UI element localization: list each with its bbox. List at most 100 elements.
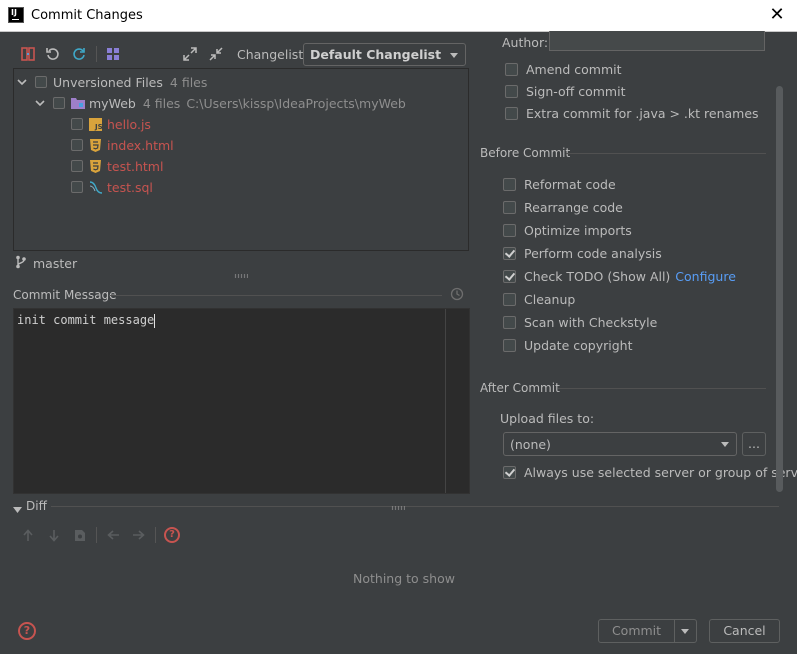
cleanup-checkbox[interactable] [503,292,516,306]
diff-splitter-grip[interactable] [391,506,405,510]
tree-row-file[interactable]: JS hello.js [71,114,151,134]
branch-name: master [33,256,78,271]
before-commit-option[interactable]: Check TODO (Show All) Configure [503,266,736,286]
option-label: Optimize imports [524,222,632,238]
group-by-icon[interactable] [104,45,122,63]
checkbox-file[interactable] [71,139,83,151]
author-input[interactable] [549,31,765,51]
commit-message-editor[interactable]: init commit message [13,308,470,494]
signoff-commit-option[interactable]: Sign-off commit [505,81,626,101]
changelist-dropdown[interactable]: Default Changelist [303,43,466,66]
amend-commit-option[interactable]: Amend commit [505,59,622,79]
configure-link[interactable]: Configure [675,269,736,284]
tree-row-file[interactable]: index.html [71,135,174,155]
file-name: index.html [107,137,174,153]
history-icon[interactable] [450,287,464,304]
tree-row-file[interactable]: test.html [71,156,163,176]
arrow-down-icon[interactable] [45,526,63,544]
optimize-imports-checkbox[interactable] [503,223,516,237]
checkbox-file[interactable] [71,118,83,130]
expand-arrow-icon[interactable] [35,98,45,108]
chevron-down-icon [450,53,458,58]
expand-arrow-icon[interactable] [17,77,27,87]
refresh-icon[interactable] [70,45,88,63]
checkstyle-checkbox[interactable] [503,315,516,329]
file-name: hello.js [107,116,151,132]
amend-commit-checkbox[interactable] [505,62,518,76]
check-todo-checkbox[interactable] [503,269,516,283]
checkbox-unversioned[interactable] [35,76,47,88]
arrow-left-icon[interactable] [104,526,122,544]
unversioned-label: Unversioned Files [53,74,163,90]
show-diff-icon[interactable] [19,45,37,63]
svg-text:JS: JS [94,123,102,131]
diff-help-icon[interactable]: ? [164,527,180,543]
upload-server-dropdown[interactable]: (none) [503,432,737,456]
before-commit-title: Before Commit [480,146,571,160]
toolbar-separator [96,46,97,62]
extra-commit-option[interactable]: Extra commit for .java > .kt renames [505,103,759,123]
section-divider [566,153,766,154]
html-file-icon [90,159,101,173]
changes-tree[interactable]: Unversioned Files 4 files myWeb 4 files … [13,68,469,251]
option-label: Check TODO (Show All) [524,268,671,284]
browse-servers-button[interactable]: ... [742,432,766,456]
extra-commit-checkbox[interactable] [505,106,518,120]
collapse-all-icon[interactable] [207,45,225,63]
tree-row-module[interactable]: myWeb 4 files C:\Users\kissp\IdeaProject… [35,93,406,113]
unversioned-count: 4 files [169,74,208,90]
splitter-grip[interactable] [234,274,248,278]
amend-commit-label: Amend commit [526,61,622,77]
checkbox-module[interactable] [53,97,65,109]
before-commit-option[interactable]: Rearrange code [503,197,623,217]
before-commit-option[interactable]: Cleanup [503,289,575,309]
before-commit-option[interactable]: Scan with Checkstyle [503,312,657,332]
arrow-right-icon[interactable] [129,526,147,544]
tree-row-unversioned[interactable]: Unversioned Files 4 files [17,72,207,92]
checkbox-file[interactable] [71,181,83,193]
edit-source-icon[interactable] [71,526,89,544]
module-path: C:\Users\kissp\IdeaProjects\myWeb [186,95,406,111]
option-label: Reformat code [524,176,616,192]
commit-options-dropdown[interactable] [674,620,696,642]
sql-file-icon [89,180,103,194]
section-divider [51,506,779,507]
diff-collapse-icon[interactable] [13,502,22,517]
checkbox-file[interactable] [71,160,83,172]
signoff-commit-checkbox[interactable] [505,84,518,98]
text-caret [154,313,156,328]
code-analysis-checkbox[interactable] [503,246,516,260]
tree-row-file[interactable]: test.sql [71,177,153,197]
update-copyright-checkbox[interactable] [503,338,516,352]
arrow-up-icon[interactable] [19,526,37,544]
module-count: 4 files [142,95,181,111]
options-scrollbar[interactable] [776,86,783,492]
changelist-value: Default Changelist [310,47,442,62]
changelist-label: Changelist: [237,47,308,62]
cancel-button[interactable]: Cancel [709,619,780,643]
reformat-code-checkbox[interactable] [503,177,516,191]
signoff-commit-label: Sign-off commit [526,83,626,99]
before-commit-option[interactable]: Perform code analysis [503,243,662,263]
section-divider [110,295,442,296]
chevron-down-icon [681,629,689,634]
toolbar-separator [96,527,97,543]
before-commit-option[interactable]: Update copyright [503,335,632,355]
module-label: myWeb [89,95,136,111]
expand-all-icon[interactable] [181,45,199,63]
help-button-icon[interactable]: ? [18,622,36,640]
html-file-icon [90,138,101,152]
chevron-down-icon [721,442,729,447]
before-commit-option[interactable]: Reformat code [503,174,616,194]
before-commit-option[interactable]: Optimize imports [503,220,632,240]
close-window-button[interactable]: ✕ [765,3,789,27]
always-use-server-checkbox[interactable] [503,465,516,479]
commit-button[interactable]: Commit [598,619,697,643]
option-label: Update copyright [524,337,633,353]
commit-message-text: init commit message [17,313,155,327]
always-use-server-option[interactable]: Always use selected server or group of s… [503,462,797,482]
option-label: Perform code analysis [524,245,662,261]
diff-empty-text: Nothing to show [353,571,455,586]
rearrange-code-checkbox[interactable] [503,200,516,214]
rollback-icon[interactable] [44,45,62,63]
